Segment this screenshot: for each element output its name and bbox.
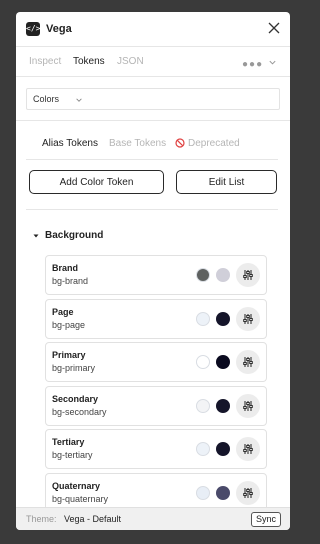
token-variable: bg-tertiary — [52, 450, 93, 460]
theme-label: Theme: — [26, 514, 57, 524]
adjust-token-button[interactable] — [236, 350, 260, 374]
ban-icon — [175, 138, 185, 148]
tab-tokens[interactable]: Tokens — [73, 56, 105, 67]
theme-value[interactable]: Vega - Default — [64, 514, 121, 524]
adjust-token-button[interactable] — [236, 394, 260, 418]
tab-deprecated[interactable]: Deprecated — [188, 138, 240, 149]
tab-json[interactable]: JSON — [117, 56, 144, 67]
category-select-value: Colors — [33, 94, 60, 104]
tab-inspect[interactable]: Inspect — [29, 56, 61, 67]
light-swatch[interactable] — [196, 486, 210, 500]
token-name: Secondary — [52, 394, 99, 404]
tab-base-tokens[interactable]: Base Tokens — [109, 138, 166, 149]
app-title: Vega — [46, 23, 72, 35]
sliders-icon — [243, 357, 253, 367]
sliders-icon — [243, 314, 253, 324]
adjust-token-button[interactable] — [236, 437, 260, 461]
token-variable: bg-quaternary — [52, 494, 109, 504]
tab-alias-tokens[interactable]: Alias Tokens — [42, 138, 98, 149]
sliders-icon — [243, 444, 253, 454]
token-variable: bg-secondary — [52, 407, 107, 417]
token-name: Quaternary — [52, 481, 101, 491]
sliders-icon — [243, 270, 253, 280]
token-name: Page — [52, 307, 74, 317]
light-swatch[interactable] — [196, 312, 210, 326]
dark-swatch[interactable] — [216, 355, 230, 369]
token-name: Brand — [52, 263, 79, 273]
token-variable: bg-page — [52, 320, 86, 330]
token-row[interactable]: Page bg-page — [45, 299, 267, 339]
token-name: Tertiary — [52, 437, 85, 447]
dark-swatch[interactable] — [216, 486, 230, 500]
divider — [16, 76, 290, 77]
token-row[interactable]: Primary bg-primary — [45, 342, 267, 382]
sliders-icon — [243, 401, 253, 411]
title-bar: </> Vega — [16, 12, 290, 46]
light-swatch[interactable] — [196, 399, 210, 413]
group-title: Background — [45, 230, 104, 241]
token-row[interactable]: Secondary bg-secondary — [45, 386, 267, 426]
chevron-down-icon — [76, 98, 82, 102]
adjust-token-button[interactable] — [236, 263, 260, 287]
more-dots-icon[interactable]: ●●● — [242, 59, 263, 70]
sliders-icon — [243, 488, 253, 498]
divider — [26, 209, 278, 210]
chevron-down-icon[interactable] — [268, 58, 277, 67]
dark-swatch[interactable] — [216, 399, 230, 413]
close-icon[interactable] — [266, 20, 282, 36]
adjust-token-button[interactable] — [236, 481, 260, 505]
light-swatch[interactable] — [196, 268, 210, 282]
token-variable: bg-primary — [52, 363, 96, 373]
token-variable: bg-brand — [52, 276, 89, 286]
footer-bar: Theme: Vega - Default Sync — [16, 507, 290, 530]
divider — [16, 120, 290, 121]
plugin-panel: </> Vega Inspect Tokens JSON ●●● Colors … — [16, 12, 290, 530]
edit-list-button[interactable]: Edit List — [176, 170, 277, 194]
dark-swatch[interactable] — [216, 312, 230, 326]
token-row[interactable]: Tertiary bg-tertiary — [45, 429, 267, 469]
divider — [26, 159, 278, 160]
dark-swatch[interactable] — [216, 442, 230, 456]
light-swatch[interactable] — [196, 355, 210, 369]
caret-down-icon — [33, 234, 39, 238]
adjust-token-button[interactable] — [236, 307, 260, 331]
token-name: Primary — [52, 350, 86, 360]
light-swatch[interactable] — [196, 442, 210, 456]
code-icon: </> — [26, 22, 40, 36]
category-select[interactable]: Colors — [26, 88, 280, 110]
sync-button[interactable]: Sync — [251, 512, 281, 527]
add-color-token-button[interactable]: Add Color Token — [29, 170, 164, 194]
tab-bar: Inspect Tokens JSON ●●● — [16, 46, 290, 76]
token-row[interactable]: Brand bg-brand — [45, 255, 267, 295]
dark-swatch[interactable] — [216, 268, 230, 282]
token-type-tabs: Alias Tokens Base Tokens Deprecated — [16, 136, 290, 152]
